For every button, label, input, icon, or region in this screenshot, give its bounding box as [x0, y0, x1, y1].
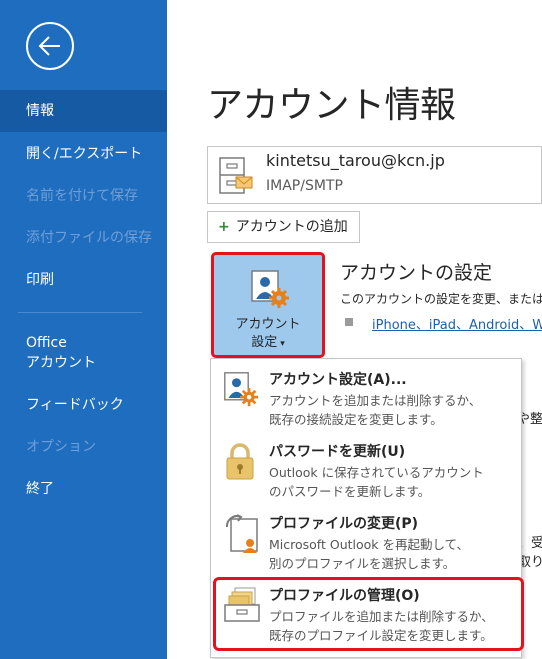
account-type: IMAP/SMTP [266, 178, 343, 194]
nav-item-open-export[interactable]: 開く/エクスポート [0, 144, 167, 164]
account-settings-icon [224, 372, 259, 407]
back-button[interactable] [26, 22, 74, 70]
menu-item-title: パスワードを更新(U) [269, 444, 406, 460]
section-description: このアカウントの設定を変更、または [340, 292, 542, 306]
nav-item-info[interactable]: 情報 [0, 90, 167, 132]
highlight-box [213, 577, 524, 651]
nav-item-save-attachments: 添付ファイルの保存 [26, 230, 152, 246]
account-settings-button[interactable]: アカウント 設定 ▾ [211, 252, 325, 358]
account-settings-label-line2: 設定 ▾ [251, 335, 285, 350]
account-settings-icon [251, 270, 289, 308]
nav-item-office-account-line1: Office [26, 335, 67, 351]
bullet-icon [345, 318, 353, 326]
add-account-button[interactable]: + アカウントの追加 [207, 211, 360, 243]
menu-item-title: アカウント設定(A)... [269, 372, 407, 388]
section-title: アカウントの設定 [340, 262, 493, 284]
menu-item-update-password[interactable]: パスワードを更新(U) Outlook に保存されているアカウント のパスワード… [211, 435, 521, 507]
menu-item-description: のパスワードを更新します。 [269, 484, 431, 499]
menu-item-change-profile[interactable]: プロファイルの変更(P) Microsoft Outlook を再起動して、 別… [211, 507, 521, 579]
menu-item-description: 別のプロファイルを選択します。 [269, 556, 456, 571]
add-account-label: アカウントの追加 [235, 219, 348, 235]
nav-item-office-account[interactable]: Office アカウント [0, 333, 167, 373]
menu-item-description: アカウントを追加または削除するか、 [269, 393, 482, 408]
back-arrow-icon [38, 36, 60, 56]
account-selector[interactable]: kintetsu_tarou@kcn.jp IMAP/SMTP [207, 146, 542, 204]
menu-item-description: Outlook に保存されているアカウント [269, 465, 484, 480]
nav-item-exit[interactable]: 終了 [0, 479, 167, 499]
nav-item-feedback[interactable]: フィードバック [0, 395, 167, 415]
menu-item-description: 既存の接続設定を変更します。 [269, 412, 443, 427]
mobile-app-link[interactable]: iPhone、iPad、Android、W [372, 314, 542, 333]
account-settings-label-line1: アカウント [235, 317, 301, 332]
backstage-sidebar: 情報 開く/エクスポート 名前を付けて保存 添付ファイルの保存 印刷 Offic… [0, 0, 167, 659]
nav-item-print[interactable]: 印刷 [0, 270, 167, 290]
menu-item-description: Microsoft Outlook を再起動して、 [269, 537, 470, 552]
lock-icon [226, 443, 254, 480]
chevron-down-icon: ▾ [280, 339, 285, 349]
nav-item-office-account-line2: アカウント [26, 355, 96, 371]
plus-icon: + [218, 219, 230, 235]
nav-item-save-as: 名前を付けて保存 [26, 188, 138, 204]
page-title: アカウント情報 [207, 85, 456, 126]
change-profile-icon [225, 514, 258, 553]
account-email: kintetsu_tarou@kcn.jp [266, 151, 445, 170]
nav-item-options: オプション [26, 439, 96, 455]
file-cabinet-mail-icon [219, 157, 253, 194]
menu-item-account-settings[interactable]: アカウント設定(A)... アカウントを追加または削除するか、 既存の接続設定を… [211, 363, 521, 435]
menu-item-title: プロファイルの変更(P) [269, 516, 419, 532]
nav-divider [18, 312, 142, 313]
